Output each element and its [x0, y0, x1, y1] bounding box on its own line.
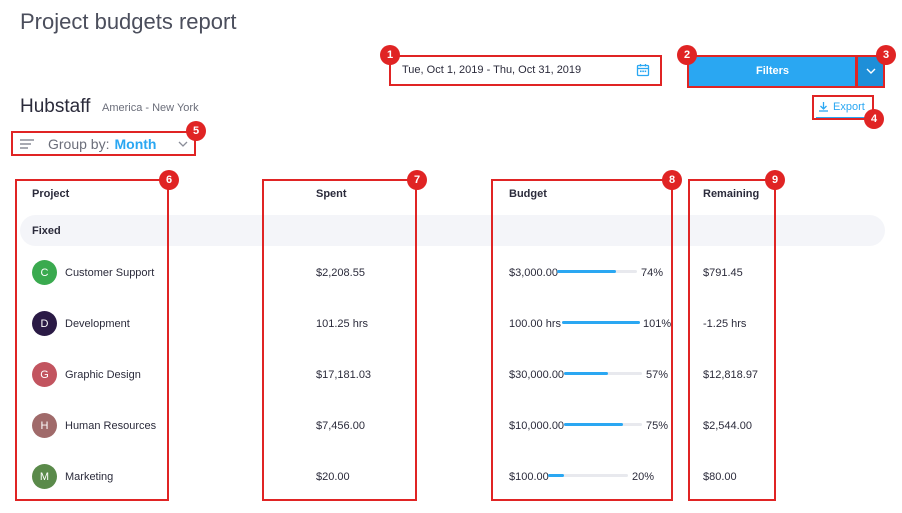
annotation-box-8 — [491, 179, 673, 501]
annotation-box-2 — [687, 55, 857, 88]
annotation-badge-6: 6 — [159, 170, 179, 190]
annotation-box-1 — [389, 55, 662, 86]
annotation-badge-4: 4 — [864, 109, 884, 129]
annotation-box-5 — [11, 131, 196, 156]
annotation-badge-5: 5 — [186, 121, 206, 141]
annotation-badge-9: 9 — [765, 170, 785, 190]
organization-name: Hubstaff — [20, 96, 91, 117]
timezone-label: America - New York — [102, 102, 199, 114]
annotation-badge-8: 8 — [662, 170, 682, 190]
page-title: Project budgets report — [20, 9, 237, 34]
annotation-box-9 — [688, 179, 776, 501]
annotation-badge-3: 3 — [876, 45, 896, 65]
annotation-badge-7: 7 — [407, 170, 427, 190]
annotation-box-6 — [15, 179, 169, 501]
annotation-box-7 — [262, 179, 417, 501]
annotation-badge-2: 2 — [677, 45, 697, 65]
annotation-badge-1: 1 — [380, 45, 400, 65]
